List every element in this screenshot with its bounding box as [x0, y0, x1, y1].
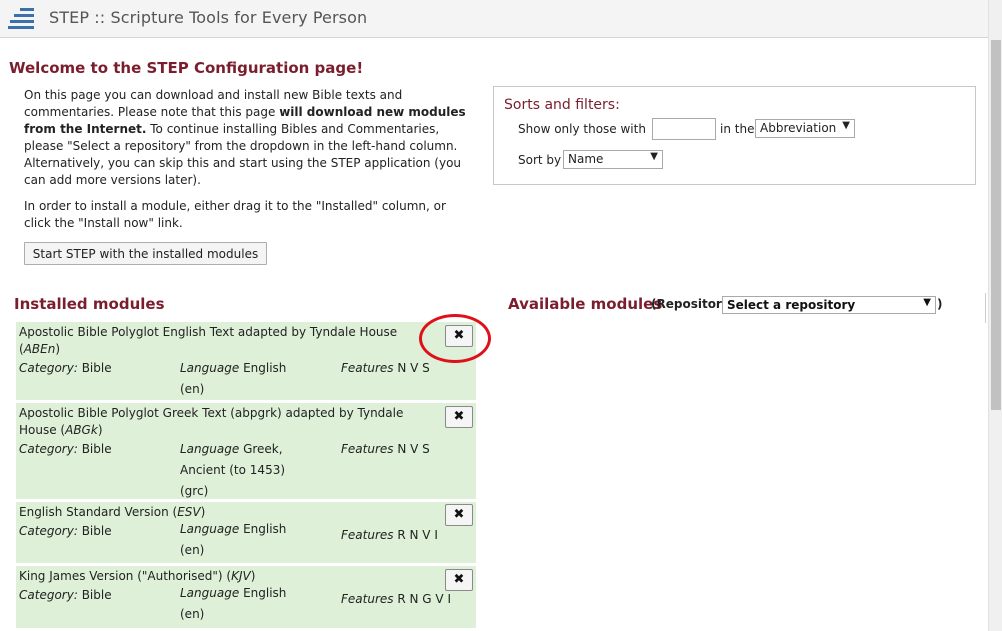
language-label: Language: [180, 586, 240, 600]
installed-module-abe[interactable]: Apostolic Bible Polyglot English Text ad…: [16, 322, 476, 400]
features-label: Features: [341, 592, 394, 606]
dropdown-arrow-icon: ▼: [650, 151, 658, 162]
sorts-and-filters-panel: Sorts and filters: Show only those with …: [493, 86, 976, 185]
language-code: (grc): [180, 484, 209, 498]
features-label: Features: [341, 361, 394, 375]
module-category: Category: Bible: [19, 358, 112, 379]
remove-module-button[interactable]: ✖: [445, 569, 473, 591]
language-value: English: [243, 361, 287, 375]
features-value: R N V I: [397, 528, 438, 542]
features-label: Features: [341, 442, 394, 456]
sort-by-label: Sort by: [518, 153, 562, 167]
in-the-label: in the: [720, 122, 755, 136]
module-abbr: ABEn: [23, 342, 56, 356]
dropdown-arrow-icon: ▼: [923, 297, 931, 308]
module-category: Category: Bible: [19, 585, 112, 606]
module-abbr: ABGk: [65, 423, 98, 437]
highlight-circle-annotation: [419, 314, 491, 363]
page-title: Welcome to the STEP Configuration page!: [9, 59, 364, 77]
module-language: Language English (en): [180, 358, 300, 400]
language-code: (en): [180, 382, 205, 396]
module-name: Apostolic Bible Polyglot Greek Text (abp…: [19, 406, 404, 437]
dropdown-arrow-icon: ▼: [842, 120, 850, 131]
language-code: (en): [180, 543, 205, 557]
filter-text-input[interactable]: [652, 118, 716, 140]
repository-select[interactable]: Select a repository ▼: [722, 296, 936, 314]
category-label: Category:: [19, 442, 78, 456]
filter-field-value: Abbreviation: [760, 121, 837, 135]
language-value: English: [243, 522, 287, 536]
module-title: Apostolic Bible Polyglot English Text ad…: [19, 325, 398, 339]
module-language: Language Greek, Ancient (to 1453) (grc): [180, 439, 290, 502]
language-label: Language: [180, 522, 240, 536]
repository-label-close: ): [937, 297, 943, 311]
category-value: Bible: [81, 442, 112, 456]
module-features: Features R N G V I: [341, 589, 451, 610]
language-code: (en): [180, 607, 205, 621]
installed-module-kjv[interactable]: King James Version ("Authorised") (KJV) …: [16, 566, 476, 628]
category-value: Bible: [81, 361, 112, 375]
installed-modules-list: Apostolic Bible Polyglot English Text ad…: [16, 322, 476, 631]
intro-paragraph-1: On this page you can download and instal…: [24, 87, 474, 189]
start-step-button[interactable]: Start STEP with the installed modules: [24, 242, 267, 265]
category-label: Category:: [19, 361, 78, 375]
sort-by-value: Name: [568, 152, 604, 166]
remove-module-button[interactable]: ✖: [445, 406, 473, 428]
sort-by-select[interactable]: Name ▼: [563, 150, 663, 169]
repository-select-value: Select a repository: [727, 298, 856, 312]
features-label: Features: [341, 528, 394, 542]
category-label: Category:: [19, 588, 78, 602]
module-language: Language English (en): [180, 583, 300, 625]
language-value: English: [243, 586, 287, 600]
available-modules-title: Available modules: [508, 295, 663, 313]
features-value: R N G V I: [397, 592, 451, 606]
scrollbar-thumb[interactable]: [991, 40, 1001, 410]
app-header: STEP :: Scripture Tools for Every Person: [0, 0, 988, 38]
module-title: English Standard Version: [19, 505, 169, 519]
category-value: Bible: [81, 588, 112, 602]
installed-modules-title: Installed modules: [14, 295, 165, 313]
module-features: Features N V S: [341, 358, 430, 379]
module-features: Features R N V I: [341, 525, 438, 546]
module-name: Apostolic Bible Polyglot English Text ad…: [19, 325, 398, 356]
filters-title: Sorts and filters:: [504, 97, 620, 113]
app-title: STEP :: Scripture Tools for Every Person: [49, 8, 368, 27]
features-value: N V S: [397, 361, 430, 375]
language-label: Language: [180, 361, 240, 375]
intro-text: On this page you can download and instal…: [24, 87, 474, 241]
installed-module-esv[interactable]: English Standard Version (ESV) Category:…: [16, 502, 476, 563]
module-category: Category: Bible: [19, 521, 112, 542]
remove-module-button[interactable]: ✖: [445, 504, 473, 526]
module-abbr: ESV: [177, 505, 201, 519]
page-scrollbar[interactable]: [988, 0, 1002, 631]
show-only-label: Show only those with: [518, 122, 646, 136]
filter-field-select[interactable]: Abbreviation ▼: [755, 119, 855, 138]
category-label: Category:: [19, 524, 78, 538]
module-category: Category: Bible: [19, 439, 112, 460]
category-value: Bible: [81, 524, 112, 538]
installed-module-abgk[interactable]: Apostolic Bible Polyglot Greek Text (abp…: [16, 403, 476, 499]
features-value: N V S: [397, 442, 430, 456]
language-label: Language: [180, 442, 240, 456]
module-features: Features N V S: [341, 439, 430, 460]
step-logo-icon: [8, 8, 34, 30]
intro-paragraph-2: In order to install a module, either dra…: [24, 199, 446, 230]
module-abbr: KJV: [231, 569, 251, 583]
module-title: King James Version ("Authorised"): [19, 569, 223, 583]
module-language: Language English (en): [180, 519, 300, 561]
column-divider: [985, 293, 986, 323]
